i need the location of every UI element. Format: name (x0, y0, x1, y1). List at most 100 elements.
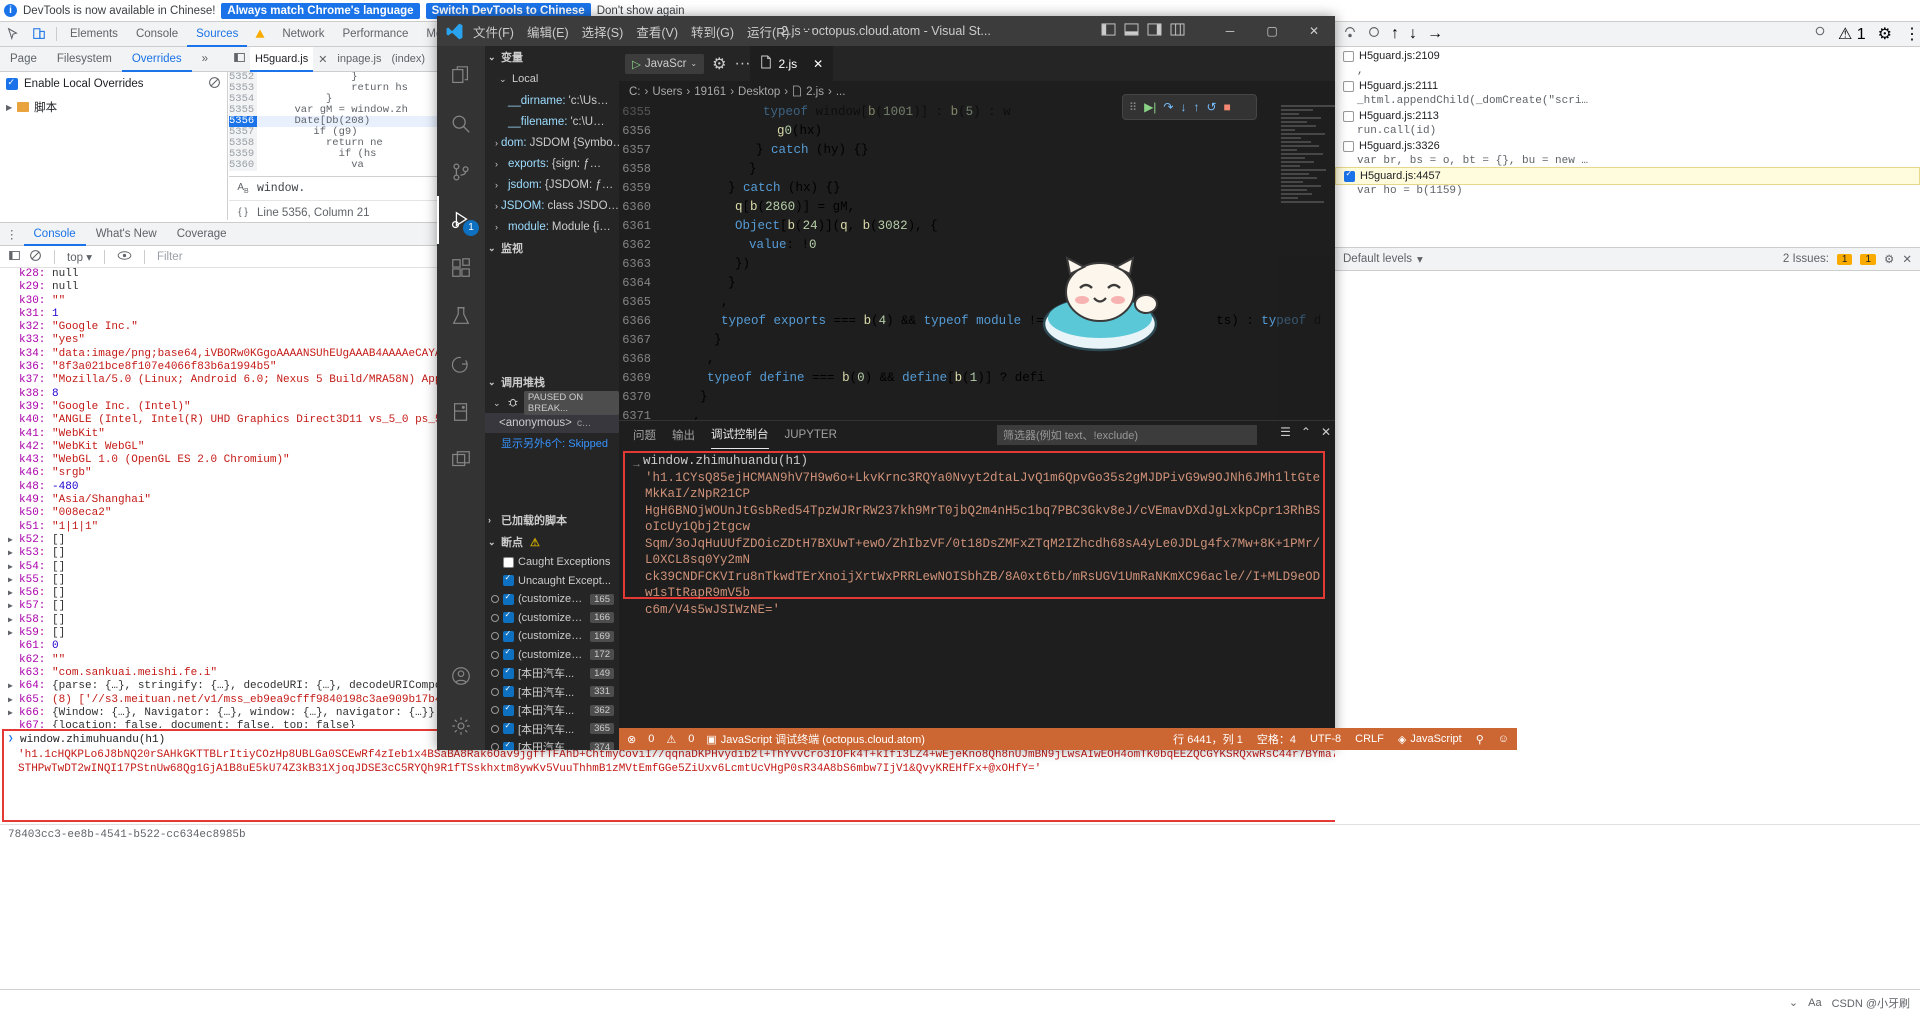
variable-row[interactable]: › JSDOM: class JSDO… (485, 195, 619, 216)
variable-row[interactable]: › dom: JSDOM {Symbo… (485, 132, 619, 153)
menu-selection[interactable]: 选择(S) (582, 22, 624, 41)
indentation[interactable]: 空格：4 (1257, 731, 1296, 747)
eye-icon[interactable] (117, 250, 132, 264)
warning-count-badge[interactable]: 1 (1860, 253, 1877, 265)
chevron-right-icon[interactable]: › (495, 222, 505, 232)
restart-icon[interactable]: ↺ (1206, 100, 1216, 114)
right-panel-entry[interactable]: H5guard.js:2111 _html.appendChild(_domCre… (1335, 77, 1920, 107)
database-icon[interactable] (437, 388, 485, 436)
panel-tab-problems[interactable]: 问题 (633, 427, 656, 443)
customize-layout-icon[interactable] (1170, 23, 1185, 39)
debug-session-indicator[interactable]: ▣ JavaScript 调试终端 (octopus.cloud.atom) (706, 731, 925, 747)
editor-line[interactable]: 6358} (619, 160, 1335, 179)
menu-more[interactable]: ··· (802, 22, 815, 41)
breakpoint-row[interactable]: [本田汽车... 362 (485, 701, 619, 720)
menu-run[interactable]: 运行(R) (747, 22, 789, 41)
editor-line[interactable]: 6366 typeof exports === b(4) && typeof mo… (619, 312, 1335, 331)
docker-icon[interactable] (437, 340, 485, 388)
font-size-icon[interactable]: Aa (1808, 997, 1821, 1009)
breakpoint-checkbox[interactable] (503, 592, 514, 605)
breadcrumb-desktop[interactable]: Desktop (738, 86, 780, 98)
console-clear-icon[interactable] (29, 249, 42, 265)
expand-arrow-icon[interactable]: ▶ (8, 534, 19, 547)
enable-overrides-checkbox[interactable] (6, 77, 18, 90)
drawer-tab-coverage[interactable]: Coverage (167, 228, 237, 240)
navigator-toggle-icon[interactable] (229, 51, 250, 67)
drawer-tab-whats-new[interactable]: What's New (86, 228, 167, 240)
callstack-frame-row[interactable]: <anonymous> c... (485, 413, 619, 433)
breakpoint-checkbox[interactable] (1343, 110, 1354, 122)
bell-icon[interactable]: ⚲ (1476, 733, 1484, 746)
variable-row[interactable]: __dirname: 'c:\Us… (485, 90, 619, 111)
panel-bottom-icon[interactable] (1124, 23, 1139, 39)
breadcrumb-users[interactable]: Users (652, 86, 682, 98)
tab-sources[interactable]: Sources (187, 22, 248, 47)
minimize-button[interactable]: ─ (1209, 16, 1251, 46)
run-config-selector[interactable]: ▷ JavaScr ⌄ (625, 53, 705, 74)
variable-row[interactable]: › jsdom: {JSDOM: ƒ… (485, 174, 619, 195)
editor-minimap[interactable] (1277, 103, 1335, 420)
dont-show-again-link[interactable]: Don't show again (597, 5, 685, 17)
callstack-session-row[interactable]: ⌄ PAUSED ON BREAK... (485, 391, 619, 415)
panel-left-icon[interactable] (1101, 23, 1116, 39)
breadcrumb-user[interactable]: 19161 (694, 86, 726, 98)
testing-icon[interactable] (437, 292, 485, 340)
variable-row[interactable]: __filename: 'c:\U… (485, 111, 619, 132)
right-panel-entry[interactable]: H5guard.js:2109, (1335, 47, 1920, 77)
breakpoint-checkbox[interactable] (1344, 169, 1355, 182)
panel-right-icon[interactable] (1147, 23, 1162, 39)
error-count-badge[interactable]: 1 (1836, 253, 1853, 265)
breakpoint-row[interactable]: (customized...169 (485, 627, 619, 646)
chevron-up-icon[interactable]: ⌃ (1301, 425, 1311, 439)
expand-arrow-icon[interactable]: ▶ (8, 574, 19, 587)
search-icon[interactable] (437, 100, 485, 148)
breakpoint-row[interactable]: (customized...166 (485, 609, 619, 628)
menu-file[interactable]: 文件(F) (473, 22, 514, 41)
drawer-menu-icon[interactable]: ⋮ (0, 227, 24, 241)
explorer-icon[interactable] (437, 52, 485, 100)
debug-console[interactable]: → window.zhimuhuandu(h1) 'h1.1CYsQ85ejHC… (619, 449, 1335, 750)
console-context-selector[interactable]: top ▾ (67, 250, 92, 264)
source-control-icon[interactable] (437, 148, 485, 196)
overrides-folder-row[interactable]: ▶ 脚本 (0, 96, 227, 118)
close-icon[interactable]: ✕ (1321, 425, 1331, 439)
editor-line[interactable]: 6371, (619, 407, 1335, 420)
step-over-icon[interactable]: ↷ (1163, 100, 1173, 114)
editor-line[interactable]: 6356 g0(hx) (619, 122, 1335, 141)
breakpoint-checkbox[interactable] (503, 684, 514, 698)
editor-line[interactable]: 6363}) (619, 255, 1335, 274)
right-panel-row[interactable]: H5guard.js:2109 (1335, 47, 1920, 65)
encoding[interactable]: UTF-8 (1310, 733, 1341, 745)
breakpoint-row[interactable]: Uncaught Except... (485, 572, 619, 591)
source-tab-h5guard[interactable]: H5guard.js (250, 46, 314, 72)
gear-icon[interactable]: ⚙ (712, 54, 726, 74)
record-icon[interactable] (1814, 24, 1826, 44)
breakpoint-checkbox[interactable] (503, 721, 514, 735)
feedback-icon[interactable]: ☺ (1498, 733, 1509, 745)
console-command-text[interactable]: window.zhimuhuandu(h1) (20, 734, 165, 746)
watch-expression-value[interactable]: window. (257, 182, 440, 195)
close-button[interactable]: ✕ (1293, 16, 1335, 46)
menu-edit[interactable]: 编辑(E) (527, 22, 569, 41)
expand-arrow-icon[interactable]: ▶ (8, 694, 19, 707)
expand-arrow-icon[interactable]: ▶ (8, 680, 19, 693)
breakpoint-row[interactable]: [本田汽车... 374 (485, 738, 619, 750)
editor-line[interactable]: 6359} catch (hx) {} (619, 179, 1335, 198)
menu-go[interactable]: 转到(G) (691, 22, 734, 41)
manage-settings-icon[interactable] (437, 702, 485, 750)
maximize-button[interactable]: ▢ (1251, 16, 1293, 46)
cursor-position[interactable]: 行 6441，列 1 (1173, 731, 1243, 747)
expand-arrow-icon[interactable]: ▶ (8, 707, 19, 720)
right-panel-row[interactable]: H5guard.js:3326 (1335, 137, 1920, 155)
panel-tab-jupyter[interactable]: JUPYTER (785, 429, 837, 441)
panel-tab-output[interactable]: 输出 (672, 427, 695, 443)
panel-filter-input[interactable]: 筛选器(例如 text、!exclude) (997, 425, 1257, 445)
source-tab-inpage[interactable]: inpage.js (332, 53, 386, 65)
right-panel-row[interactable]: H5guard.js:4457 (1335, 167, 1920, 185)
editor-line[interactable]: 6357} catch (hy) {} (619, 141, 1335, 160)
console-sidebar-icon[interactable] (0, 249, 21, 265)
step-up-icon[interactable]: ↑ (1391, 25, 1399, 43)
no-entry-icon[interactable] (208, 76, 221, 92)
breakpoint-row[interactable]: Caught Exceptions (485, 553, 619, 572)
drag-handle-icon[interactable]: ⠿ (1129, 101, 1137, 114)
